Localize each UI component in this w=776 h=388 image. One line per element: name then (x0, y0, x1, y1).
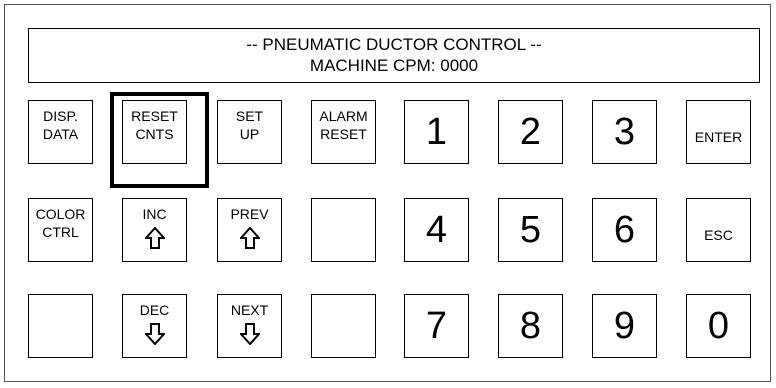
key-1[interactable]: 1 (404, 100, 469, 164)
key-2[interactable]: 2 (498, 100, 563, 164)
key-6[interactable]: 6 (592, 198, 657, 262)
arrow-down-icon (144, 323, 165, 345)
color-ctrl-label-line2: CTRL (42, 224, 79, 240)
blank-key-row2[interactable] (311, 198, 376, 262)
arrow-up-icon (239, 227, 260, 249)
set-up-button[interactable]: SET UP (217, 100, 282, 164)
inc-button[interactable]: INC (122, 198, 187, 262)
key-8[interactable]: 8 (498, 294, 563, 358)
blank-key-row3-right[interactable] (311, 294, 376, 358)
arrow-up-icon (144, 227, 165, 249)
alarm-reset-button[interactable]: ALARM RESET (311, 100, 376, 164)
inc-label: INC (142, 206, 167, 222)
esc-button[interactable]: ESC (686, 198, 751, 262)
blank-key-row3-left[interactable] (28, 294, 93, 358)
arrow-down-icon (239, 323, 260, 345)
enter-button[interactable]: ENTER (686, 100, 751, 164)
dec-button[interactable]: DEC (122, 294, 187, 358)
key-5[interactable]: 5 (498, 198, 563, 262)
key-9[interactable]: 9 (592, 294, 657, 358)
dec-label: DEC (139, 302, 170, 318)
color-ctrl-label-line1: COLOR (35, 206, 86, 222)
color-ctrl-button[interactable]: COLOR CTRL (28, 198, 93, 262)
key-3[interactable]: 3 (592, 100, 657, 164)
disp-data-label-line1: DISP. (43, 108, 78, 124)
prev-button[interactable]: PREV (217, 198, 282, 262)
next-label: NEXT (230, 302, 269, 318)
focus-highlight (110, 92, 209, 188)
alarm-reset-label-line1: ALARM (319, 108, 368, 124)
key-4[interactable]: 4 (404, 198, 469, 262)
set-up-label-line1: SET (235, 108, 264, 124)
alarm-reset-label-line2: RESET (320, 126, 367, 142)
set-up-label-line2: UP (239, 126, 260, 142)
machine-cpm-readout: MACHINE CPM: 0000 (309, 56, 479, 75)
key-7[interactable]: 7 (404, 294, 469, 358)
disp-data-button[interactable]: DISP. DATA (28, 100, 93, 164)
disp-data-label-line2: DATA (42, 126, 79, 142)
display-title: -- PNEUMATIC DUCTOR CONTROL -- (246, 35, 542, 54)
status-display: -- PNEUMATIC DUCTOR CONTROL -- MACHINE C… (28, 28, 760, 83)
prev-label: PREV (230, 206, 269, 222)
next-button[interactable]: NEXT (217, 294, 282, 358)
key-0[interactable]: 0 (686, 294, 751, 358)
